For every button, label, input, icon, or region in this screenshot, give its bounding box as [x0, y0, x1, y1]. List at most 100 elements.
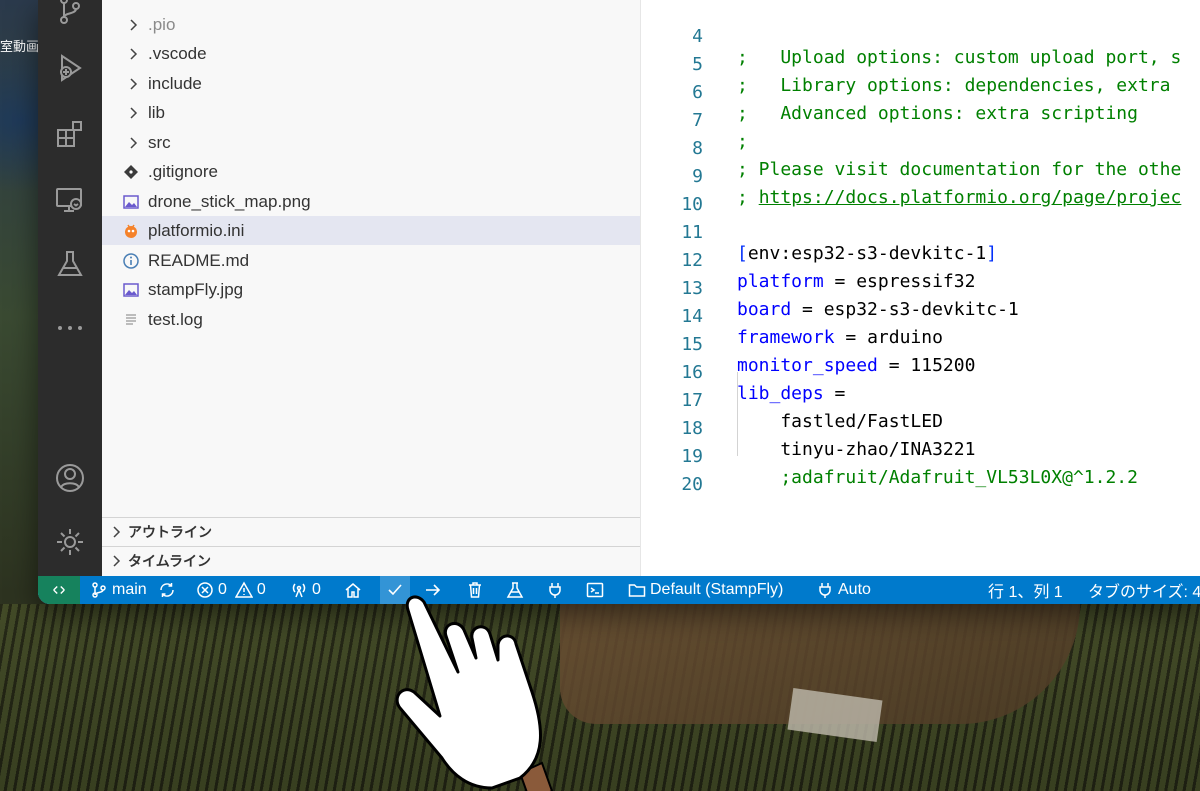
cursor-position[interactable]: 行 1、列 1 — [988, 576, 1063, 604]
plug-icon — [819, 583, 831, 598]
folder-label: include — [148, 73, 202, 93]
code-line: 20 — [641, 453, 1200, 495]
outline-section-header[interactable]: アウトライン — [102, 517, 640, 546]
folder-label: src — [148, 132, 171, 152]
folder-item[interactable]: .vscode — [102, 39, 640, 68]
folder-item[interactable]: src — [102, 128, 640, 157]
chevron-right-icon — [113, 526, 121, 538]
file-label: test.log — [148, 309, 203, 329]
remote-icon — [53, 585, 65, 595]
pio-terminal-button[interactable] — [586, 576, 604, 604]
pio-env-selector[interactable]: Default (StampFly) — [628, 576, 783, 604]
branch-icon — [92, 582, 106, 598]
remote-indicator-button[interactable] — [38, 576, 80, 604]
code-line: 14 framework = arduino — [641, 285, 1200, 348]
code-line: 19 ;adafruit/Adafruit_VL53L0X@^1.2.2 — [641, 425, 1200, 488]
pio-home-button[interactable] — [344, 576, 362, 604]
branch-name: main — [112, 581, 147, 598]
code-line: 9 ; https://docs.platformio.org/page/pro… — [641, 145, 1200, 208]
code-line: 10 — [641, 173, 1200, 215]
pio-port-selector[interactable]: Auto — [816, 576, 871, 604]
terminal-icon — [586, 582, 604, 598]
ports-count: 0 — [312, 581, 321, 598]
file-label: drone_stick_map.png — [148, 191, 311, 211]
chevron-right-icon — [130, 77, 138, 90]
text-lines-icon — [122, 311, 140, 329]
error-count: 0 — [218, 581, 227, 598]
account-icon[interactable] — [52, 460, 88, 496]
file-item[interactable]: test.log — [102, 305, 640, 334]
chevron-right-icon — [113, 555, 121, 567]
cursor-position-label: 行 1、列 1 — [988, 584, 1063, 601]
file-item[interactable]: README.md — [102, 246, 640, 275]
timeline-section-header[interactable]: タイムライン — [102, 546, 640, 575]
error-icon — [197, 582, 213, 598]
settings-gear-icon[interactable] — [52, 524, 88, 560]
code-editor[interactable]: 4 ; Upload options: custom upload port, … — [640, 0, 1200, 576]
chevron-right-icon — [130, 47, 138, 60]
file-label: stampFly.jpg — [148, 279, 244, 299]
file-label: platformio.ini — [148, 220, 245, 240]
folder-label: .pio — [148, 14, 176, 34]
activity-bar — [38, 0, 102, 576]
code-line: 7 ; — [641, 89, 1200, 152]
folder-item[interactable]: .pio — [102, 10, 640, 39]
chevron-right-icon — [130, 136, 138, 149]
file-item-selected[interactable]: platformio.ini — [102, 216, 640, 245]
file-item[interactable]: stampFly.jpg — [102, 275, 640, 304]
extensions-icon[interactable] — [52, 116, 88, 152]
code-line: 12 platform = espressif32 — [641, 229, 1200, 292]
image-icon — [122, 193, 140, 211]
timeline-label: タイムライン — [128, 553, 212, 569]
file-item[interactable]: .gitignore — [102, 157, 640, 186]
warning-count: 0 — [256, 581, 266, 598]
problems-indicator[interactable]: 0 0 — [196, 576, 266, 604]
broadcast-icon — [292, 583, 306, 598]
sync-icon — [160, 583, 174, 597]
code-line: 16 lib_deps = — [641, 341, 1200, 404]
image-icon — [122, 281, 140, 299]
code-line: 8 ; Please visit documentation for the o… — [641, 117, 1200, 180]
sync-button[interactable] — [158, 576, 176, 604]
code-line: 5 ; Library options: dependencies, extra — [641, 33, 1200, 96]
git-icon — [122, 163, 140, 181]
source-control-icon[interactable] — [52, 0, 88, 28]
explorer-sidebar: .pio .vscode include lib src .gitignore — [102, 0, 640, 576]
file-item[interactable]: drone_stick_map.png — [102, 187, 640, 216]
info-icon — [122, 252, 140, 270]
file-label: README.md — [148, 250, 250, 270]
code-line: 4 ; Upload options: custom upload port, … — [641, 5, 1200, 68]
vscode-window: .pio .vscode include lib src .gitignore — [38, 0, 1200, 604]
testing-flask-icon[interactable] — [52, 246, 88, 282]
home-icon — [345, 583, 361, 598]
folder-item[interactable]: include — [102, 69, 640, 98]
code-line: 17 fastled/FastLED — [641, 369, 1200, 432]
branch-indicator[interactable]: main — [90, 576, 147, 604]
chevron-right-icon — [130, 18, 138, 31]
folder-label: .vscode — [148, 43, 207, 63]
hand-pointer-cursor-icon — [395, 595, 554, 791]
remote-explorer-icon[interactable] — [52, 182, 88, 218]
folder-icon — [628, 584, 646, 597]
line-number: 20 — [681, 474, 703, 495]
code-line: 11 [env:esp32-s3-devkitc-1] — [641, 201, 1200, 264]
code-line: 15 monitor_speed = 115200 — [641, 313, 1200, 376]
port-mode-label: Auto — [838, 581, 871, 598]
status-bar: main 0 0 0 Default (StampFly) Auto 行 1、列… — [38, 576, 1200, 604]
platformio-icon — [122, 222, 140, 240]
run-debug-icon[interactable] — [52, 50, 88, 86]
code-line: 18 tinyu-zhao/INA3221 — [641, 397, 1200, 460]
warning-icon — [234, 581, 253, 598]
chevron-right-icon — [130, 106, 138, 119]
tab-size-label: タブのサイズ: 4 — [1088, 584, 1200, 601]
more-icon[interactable] — [52, 308, 88, 344]
tab-size-indicator[interactable]: タブのサイズ: 4 — [1088, 576, 1200, 604]
folder-item[interactable]: lib — [102, 98, 640, 127]
ports-indicator[interactable]: 0 — [290, 576, 321, 604]
file-label: .gitignore — [148, 161, 218, 181]
folder-label: lib — [148, 102, 166, 122]
desktop-item-label[interactable]: 室動画 — [0, 36, 39, 55]
env-label: Default (StampFly) — [650, 581, 784, 598]
code-line: 13 board = esp32-s3-devkitc-1 — [641, 257, 1200, 320]
code-line: 6 ; Advanced options: extra scripting — [641, 61, 1200, 124]
